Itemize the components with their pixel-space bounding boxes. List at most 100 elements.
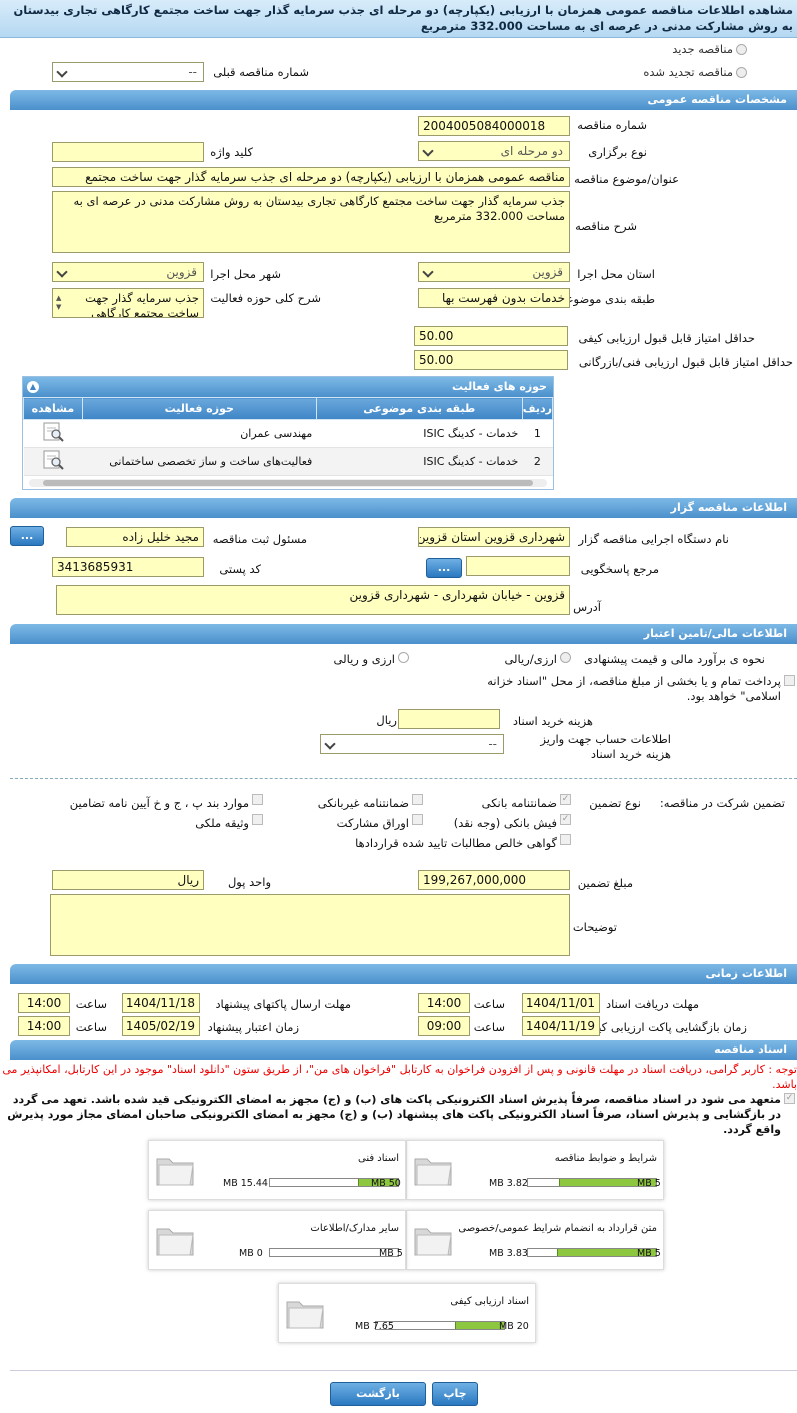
folder-icon [414,1158,452,1186]
treasury-checkbox[interactable] [784,675,795,686]
col-field: حوزه فعالیت [81,397,317,420]
min-quality-field: 50.00 [414,326,568,346]
desc-label: شرح مناقصه [575,219,637,233]
account-select[interactable]: -- [320,734,504,754]
valid-hour-label: ساعت [75,1020,107,1034]
city-select[interactable]: قزوین [52,262,204,282]
keyword-field [52,142,204,162]
folder-icon [414,1228,452,1256]
category-label: طبقه بندی موضوعی [557,292,655,306]
file-size: 0 MB [239,1248,263,1259]
file-name: اسناد فنی [358,1153,399,1164]
receive-date: 1404/11/01 [522,993,600,1013]
file-progress [375,1321,505,1330]
file-card[interactable]: اسناد ارزیابی کیفی 7.65 MB 20 MB [278,1283,536,1343]
file-card[interactable]: شرایط و ضوابط مناقصه 3.82 MB 5 MB [406,1140,664,1200]
section-timing: اطلاعات زمانی [10,964,797,984]
view-icon[interactable] [23,447,83,476]
receive-hour-label: ساعت [473,997,505,1011]
type-select[interactable]: دو مرحله ای [418,141,570,161]
chevron-down-icon [422,145,434,157]
send-label: مهلت ارسال پاکتهای پیشنهاد [215,997,351,1011]
amount-field: 199,267,000,000 [418,870,570,890]
file-size: 7.65 MB [355,1321,394,1332]
file-name: اسناد ارزیابی کیفی [450,1296,529,1307]
city-value: قزوین [166,265,197,279]
prev-tender-select[interactable]: -- [52,62,204,82]
activity-table-panel: حوزه های فعالیت ▲ ردیف طبقه بندی موضوعی … [22,376,554,490]
table-scrollbar-thumb[interactable] [43,480,533,486]
guarantee-cash-checkbox[interactable]: ✓ [560,814,571,825]
doc-cost-unit: ریال [376,713,397,727]
col-category: طبقه بندی موضوعی [315,397,523,420]
type-label: نوع برگزاری [588,145,647,159]
view-icon[interactable] [23,419,83,448]
tender-number-label: شماره مناقصه [577,118,647,132]
estimate-opt2-radio[interactable] [398,652,409,663]
footer-divider [10,1370,797,1371]
file-size: 15.44 MB [223,1178,268,1189]
ref-label: مرجع پاسخگویی [580,562,659,576]
renewed-tender-radio[interactable] [736,67,747,78]
print-button[interactable]: چاپ [432,1382,478,1406]
file-name: سایر مدارک/اطلاعات [310,1223,399,1234]
section-organizer: اطلاعات مناقصه گزار [10,498,797,518]
doc-cost-field [398,709,500,729]
guarantee-nonbank-label: ضمانتنامه غیربانکی [317,796,409,810]
table-row: 1 خدمات - کدینگ ISIC مهندسی عمران [23,419,553,448]
file-name: متن قرارداد به انضمام شرایط عمومی/خصوصی [458,1223,657,1234]
activity-table-title: حوزه های فعالیت [452,380,547,393]
table-scrollbar[interactable] [29,479,547,487]
ref-lookup-button[interactable]: ... [426,558,462,578]
category-field: خدمات بدون فهرست بها [418,288,570,308]
file-progress-fill [455,1322,504,1329]
chevron-down-icon [324,738,336,750]
send-hour-label: ساعت [75,997,107,1011]
keyword-label: کلید واژه [210,145,253,159]
row-index: 2 [522,447,553,476]
province-value: قزوین [532,265,563,279]
new-tender-radio[interactable] [736,44,747,55]
file-size: 3.82 MB [489,1178,528,1189]
commit-checkbox[interactable]: ✓ [784,1093,795,1104]
file-max-label: 50 MB [371,1178,401,1189]
estimate-opt2-label: ارزی و ریالی [333,652,395,666]
estimate-opt1-radio[interactable] [560,652,571,663]
treasury-text: پرداخت تمام و یا بخشی از مبلغ مناقصه، از… [487,674,781,703]
folder-icon [156,1158,194,1186]
table-row: 2 خدمات - کدینگ ISIC فعالیت‌های ساخت و س… [23,447,553,476]
open-hour-label: ساعت [473,1020,505,1034]
guarantee-bonds-label: اوراق مشارکت [336,816,409,830]
desc-field: جذب سرمایه گذار جهت ساخت مجتمع کارگاهی ت… [52,191,570,253]
guarantee-bank-label: ضمانتنامه بانکی [481,796,557,810]
org-field: شهرداری قزوین استان قزوین [418,527,570,547]
guarantee-property-checkbox[interactable] [252,814,263,825]
guarantee-bank-checkbox[interactable]: ✓ [560,794,571,805]
doc-cost-label: هزینه خرید اسناد [512,714,593,728]
file-card[interactable]: سایر مدارک/اطلاعات 0 MB 5 MB [148,1210,406,1270]
open-date: 1404/11/19 [522,1016,600,1036]
file-max-label: 5 MB [637,1178,661,1189]
province-select[interactable]: قزوین [418,262,570,282]
back-button[interactable]: بازگشت [330,1382,426,1406]
page-title: مشاهده اطلاعات مناقصه عمومی همزمان با ار… [0,0,797,38]
org-lookup-button[interactable]: ... [10,526,44,546]
guarantee-bonds-checkbox[interactable] [412,814,423,825]
send-date: 1404/11/18 [122,993,200,1013]
guarantee-clause-checkbox[interactable] [252,794,263,805]
notes-label: توضیحات [572,920,617,934]
file-card[interactable]: متن قرارداد به انضمام شرایط عمومی/خصوصی … [406,1210,664,1270]
guarantee-property-label: وثیقه ملکی [195,816,249,830]
scroll-down-icon[interactable]: ▼ [56,300,61,315]
file-max-label: 20 MB [499,1321,529,1332]
min-tech-label: حداقل امتیاز قابل قبول ارزیابی فنی/بازرگ… [578,355,793,369]
ref-field [466,556,570,576]
collapse-icon[interactable]: ▲ [27,381,39,393]
province-label: استان محل اجرا [577,267,655,281]
guarantee-claims-checkbox[interactable] [560,834,571,845]
file-card[interactable]: اسناد فنی 15.44 MB 50 MB [148,1140,406,1200]
folder-icon [156,1228,194,1256]
type-value: دو مرحله ای [500,144,563,158]
guarantee-label: تضمین شرکت در مناقصه: [659,796,785,810]
guarantee-nonbank-checkbox[interactable] [412,794,423,805]
